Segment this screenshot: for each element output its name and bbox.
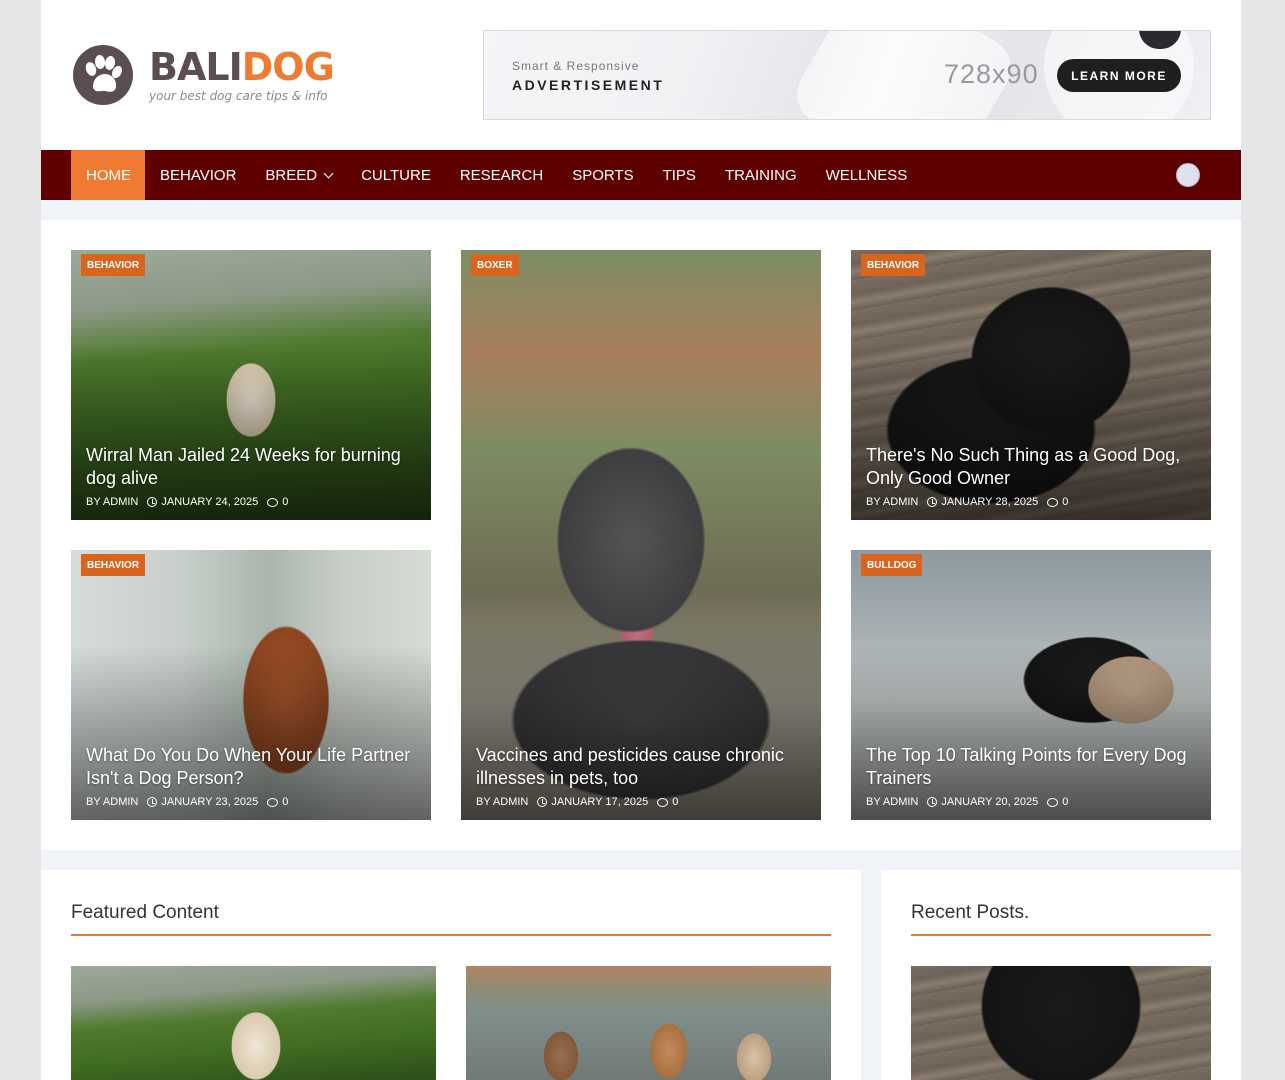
featured-thumbnail[interactable] — [71, 966, 436, 1080]
category-tag[interactable]: BEHAVIOR — [81, 554, 146, 576]
nav-item-sports[interactable]: SPORTS — [557, 150, 647, 200]
nav-item-wellness[interactable]: WELLNESS — [811, 150, 922, 200]
post-title[interactable]: What Do You Do When Your Life Partner Is… — [86, 744, 416, 790]
comment-icon — [1047, 497, 1059, 507]
ad-title: ADVERTISEMENT — [512, 77, 665, 93]
learn-more-button[interactable]: LEARN MORE — [1057, 59, 1181, 92]
image-overlay — [71, 344, 431, 520]
post-card[interactable]: BEHAVIOR Wirral Man Jailed 24 Weeks for … — [71, 250, 431, 520]
post-comments[interactable]: 0 — [282, 496, 288, 508]
comment-icon — [267, 797, 279, 807]
nav-item-breed[interactable]: BREED — [250, 150, 346, 200]
advertisement-banner[interactable]: Smart & Responsive ADVERTISEMENT 728x90 … — [483, 30, 1211, 120]
chevron-down-icon — [323, 168, 334, 178]
site-name: BALIDOG — [149, 45, 335, 89]
post-comments[interactable]: 0 — [282, 796, 288, 808]
comment-icon — [267, 497, 279, 507]
image-overlay — [71, 644, 431, 820]
post-card[interactable]: BULLDOG The Top 10 Talking Points for Ev… — [851, 550, 1211, 820]
category-tag[interactable]: BEHAVIOR — [861, 254, 926, 276]
category-tag[interactable]: BULLDOG — [861, 554, 923, 576]
post-author[interactable]: BY ADMIN — [866, 796, 918, 808]
comment-icon — [1047, 797, 1059, 807]
featured-content-section: Featured Content — [41, 870, 861, 1080]
post-meta: BY ADMIN JANUARY 23, 2025 0 — [86, 796, 288, 808]
post-title[interactable]: Vaccines and pesticides cause chronic il… — [476, 744, 806, 790]
ad-subtitle: Smart & Responsive — [512, 59, 640, 73]
recent-posts-section: Recent Posts. — [881, 870, 1241, 1080]
post-comments[interactable]: 0 — [1062, 496, 1068, 508]
post-date: JANUARY 28, 2025 — [941, 496, 1039, 508]
featured-posts-grid: BEHAVIOR Wirral Man Jailed 24 Weeks for … — [41, 220, 1241, 850]
paw-print-icon — [73, 45, 133, 105]
image-overlay — [461, 620, 821, 820]
clock-icon — [927, 797, 938, 807]
clock-icon — [147, 497, 158, 507]
recent-post-thumbnail[interactable] — [911, 966, 1211, 1080]
post-meta: BY ADMIN JANUARY 24, 2025 0 — [86, 496, 288, 508]
post-author[interactable]: BY ADMIN — [86, 796, 138, 808]
nav-item-home[interactable]: HOME — [71, 150, 145, 200]
post-card[interactable]: BEHAVIOR What Do You Do When Your Life P… — [71, 550, 431, 820]
search-icon[interactable] — [1176, 163, 1200, 187]
post-card[interactable]: BEHAVIOR There's No Such Thing as a Good… — [851, 250, 1211, 520]
main-navigation: HOME BEHAVIOR BREED CULTURE RESEARCH SPO… — [41, 150, 1241, 200]
image-overlay — [851, 344, 1211, 520]
ad-size-label: 728x90 — [944, 59, 1039, 89]
nav-item-behavior[interactable]: BEHAVIOR — [145, 150, 250, 200]
nav-item-training[interactable]: TRAINING — [710, 150, 811, 200]
post-title[interactable]: The Top 10 Talking Points for Every Dog … — [866, 744, 1196, 790]
section-divider — [911, 934, 1211, 936]
post-author[interactable]: BY ADMIN — [86, 496, 138, 508]
section-title: Recent Posts. — [911, 902, 1030, 923]
nav-item-culture[interactable]: CULTURE — [346, 150, 445, 200]
site-logo[interactable]: BALIDOG your best dog care tips & info — [71, 42, 335, 108]
clock-icon — [927, 497, 938, 507]
post-comments[interactable]: 0 — [1062, 796, 1068, 808]
category-tag[interactable]: BEHAVIOR — [81, 254, 146, 276]
post-meta: BY ADMIN JANUARY 17, 2025 0 — [476, 796, 678, 808]
clock-icon — [147, 797, 158, 807]
featured-thumbnail[interactable] — [466, 966, 831, 1080]
post-comments[interactable]: 0 — [672, 796, 678, 808]
site-tagline: your best dog care tips & info — [149, 89, 328, 103]
section-title: Featured Content — [71, 902, 219, 923]
post-meta: BY ADMIN JANUARY 28, 2025 0 — [866, 496, 1068, 508]
image-overlay — [851, 644, 1211, 820]
post-card[interactable]: BOXER Vaccines and pesticides cause chro… — [461, 250, 821, 820]
nav-item-tips[interactable]: TIPS — [648, 150, 710, 200]
post-date: JANUARY 23, 2025 — [161, 796, 259, 808]
post-date: JANUARY 17, 2025 — [551, 796, 649, 808]
post-author[interactable]: BY ADMIN — [476, 796, 528, 808]
comment-icon — [657, 797, 669, 807]
post-meta: BY ADMIN JANUARY 20, 2025 0 — [866, 796, 1068, 808]
post-title[interactable]: There's No Such Thing as a Good Dog, Onl… — [866, 444, 1196, 490]
site-header: BALIDOG your best dog care tips & info S… — [41, 0, 1241, 150]
post-title[interactable]: Wirral Man Jailed 24 Weeks for burning d… — [86, 444, 416, 490]
post-date: JANUARY 20, 2025 — [941, 796, 1039, 808]
category-tag[interactable]: BOXER — [471, 254, 519, 276]
nav-item-research[interactable]: RESEARCH — [445, 150, 557, 200]
clock-icon — [537, 797, 548, 807]
section-divider — [71, 934, 831, 936]
post-author[interactable]: BY ADMIN — [866, 496, 918, 508]
post-date: JANUARY 24, 2025 — [161, 496, 259, 508]
page: BALIDOG your best dog care tips & info S… — [41, 0, 1241, 1080]
